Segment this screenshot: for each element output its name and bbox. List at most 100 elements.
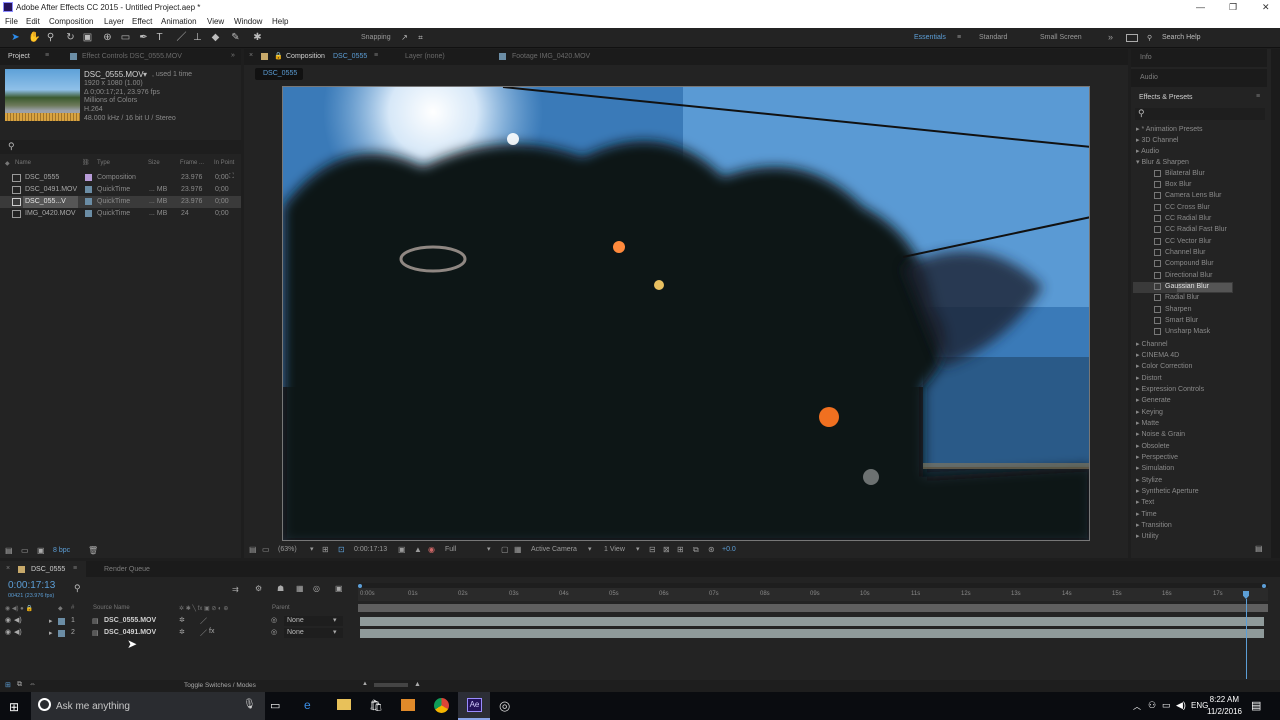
toggle-pixel-aspect-icon[interactable]: ⊟ bbox=[649, 545, 656, 554]
transparency-grid-icon[interactable]: ▦ bbox=[514, 545, 522, 554]
effect-item[interactable]: Directional Blur bbox=[1154, 272, 1212, 279]
effect-item[interactable]: Compound Blur bbox=[1154, 260, 1214, 267]
zoom-out-icon[interactable]: ▲ bbox=[362, 681, 368, 687]
file-explorer-icon[interactable] bbox=[337, 699, 351, 710]
timeline-layer-row[interactable]: ◉ ◀) ▸ 2 ▤ DSC_0491.MOV ✲ ／ fx ◎ None ▾ bbox=[0, 628, 356, 639]
pick-whip-icon[interactable]: ◎ bbox=[271, 616, 277, 624]
tab-menu-icon[interactable]: ≡ bbox=[374, 52, 378, 59]
rectangle-tool-icon[interactable]: ▭ bbox=[120, 32, 131, 43]
effects-search-field[interactable]: ⚲ bbox=[1135, 108, 1265, 120]
interpret-footage-icon[interactable]: ▤ bbox=[5, 546, 13, 555]
edge-browser-icon[interactable]: e bbox=[304, 698, 311, 712]
toggle-switches-modes[interactable]: Toggle Switches / Modes bbox=[184, 682, 256, 689]
in-out-icon[interactable]: ⇔ bbox=[29, 681, 36, 688]
clock-date[interactable]: 11/2/2016 bbox=[1204, 707, 1242, 716]
effect-category[interactable]: ▸ Distort bbox=[1136, 374, 1162, 382]
column-name[interactable]: Name bbox=[15, 160, 31, 166]
menu-layer[interactable]: Layer bbox=[104, 17, 124, 26]
effect-item[interactable]: Channel Blur bbox=[1154, 249, 1205, 256]
composition-tab[interactable]: Composition bbox=[286, 53, 325, 60]
project-item-row[interactable]: IMG_0420.MOV QuickTime ... MB 24 0;00 bbox=[0, 208, 241, 220]
effect-controls-tab[interactable]: Effect Controls DSC_0555.MOV bbox=[82, 53, 182, 60]
parent-dropdown-icon[interactable]: ▾ bbox=[333, 628, 337, 636]
effect-item[interactable]: Smart Blur bbox=[1154, 317, 1198, 324]
snap-extent-icon[interactable]: ⌗ bbox=[415, 32, 426, 43]
new-preset-icon[interactable]: ▤ bbox=[1255, 544, 1263, 553]
layer-duration-bar[interactable] bbox=[360, 617, 1264, 626]
effect-category[interactable]: ▸ Matte bbox=[1136, 419, 1159, 427]
effects-presets-title[interactable]: Effects & Presets bbox=[1139, 94, 1193, 101]
display-icon[interactable]: ▭ bbox=[262, 545, 270, 554]
effect-category-animation-presets[interactable]: ▸ * Animation Presets bbox=[1136, 125, 1203, 133]
project-item-row-selected[interactable]: DSC_055...V QuickTime ... MB 23.976 0;00 bbox=[0, 196, 241, 208]
snapshot-icon[interactable]: ▣ bbox=[398, 545, 406, 554]
microphone-icon[interactable]: 🎙 bbox=[243, 699, 256, 710]
hand-tool-icon[interactable]: ✋ bbox=[28, 32, 40, 43]
lock-icon[interactable]: 🔒 bbox=[274, 52, 283, 60]
composition-subtab[interactable]: DSC_0555 bbox=[255, 68, 303, 80]
effect-category[interactable]: ▸ Simulation bbox=[1136, 464, 1174, 472]
tab-menu-icon[interactable]: ≡ bbox=[73, 565, 77, 572]
sync-settings-icon[interactable] bbox=[1126, 34, 1138, 42]
windows-start-icon[interactable]: ⊞ bbox=[9, 700, 19, 714]
flowchart-icon[interactable]: ⧉ bbox=[693, 545, 699, 555]
minimize-icon[interactable]: — bbox=[1196, 2, 1205, 12]
layer-name[interactable]: DSC_0555.MOV bbox=[104, 617, 156, 624]
effect-category[interactable]: ▸ Perspective bbox=[1136, 453, 1178, 461]
dropdown-arrow-icon[interactable]: ▾ bbox=[143, 70, 147, 79]
project-item-row[interactable]: DSC_0491.MOV QuickTime ... MB 23.976 0;0… bbox=[0, 184, 241, 196]
menu-animation[interactable]: Animation bbox=[161, 17, 197, 26]
layer-name[interactable]: DSC_0491.MOV bbox=[104, 629, 156, 636]
effect-item[interactable]: CC Radial Fast Blur bbox=[1154, 226, 1227, 233]
column-size[interactable]: Size bbox=[148, 160, 160, 166]
effect-category[interactable]: ▸ Color Correction bbox=[1136, 362, 1192, 370]
always-preview-icon[interactable]: ▤ bbox=[249, 545, 257, 554]
project-search-field[interactable]: ⚲ bbox=[0, 140, 241, 154]
effect-category[interactable]: ▸ Stylize bbox=[1136, 476, 1162, 484]
graph-editor-icon[interactable]: ▣ bbox=[335, 584, 343, 593]
workspace-essentials[interactable]: Essentials bbox=[914, 34, 946, 41]
clone-stamp-tool-icon[interactable]: ⊥ bbox=[192, 32, 203, 43]
composition-tab-name[interactable]: DSC_0555 bbox=[333, 53, 367, 60]
effect-switch-icon[interactable]: fx bbox=[209, 628, 214, 635]
battery-icon[interactable]: ▭ bbox=[1162, 700, 1171, 711]
quality-switch-icon[interactable]: ／ bbox=[200, 628, 207, 638]
mask-visibility-icon[interactable]: ⊡ bbox=[338, 545, 345, 554]
puppet-pin-tool-icon[interactable]: ✱ bbox=[252, 32, 263, 43]
effect-category-audio[interactable]: ▸ Audio bbox=[1136, 147, 1159, 155]
effect-item-selected[interactable]: Gaussian Blur bbox=[1154, 283, 1209, 290]
info-panel-tab[interactable]: Info bbox=[1140, 54, 1152, 61]
effect-item[interactable]: Radial Blur bbox=[1154, 294, 1199, 301]
type-tool-icon[interactable]: T bbox=[154, 32, 165, 43]
more-workspaces-icon[interactable]: » bbox=[1108, 32, 1113, 42]
effect-category-3d-channel[interactable]: ▸ 3D Channel bbox=[1136, 136, 1178, 144]
volume-icon[interactable]: ◀) bbox=[1176, 700, 1186, 711]
effects-menu-icon[interactable]: ≡ bbox=[1256, 93, 1260, 100]
effect-item[interactable]: CC Cross Blur bbox=[1154, 204, 1210, 211]
media-player-icon[interactable] bbox=[401, 699, 415, 711]
column-frame-rate[interactable]: Frame ... bbox=[180, 160, 204, 166]
effect-item[interactable]: CC Radial Blur bbox=[1154, 215, 1211, 222]
composition-viewer[interactable] bbox=[282, 86, 1090, 541]
work-area-end-handle[interactable] bbox=[1262, 584, 1266, 588]
work-area-bar[interactable] bbox=[358, 604, 1268, 612]
collapse-transform-icon[interactable]: ✲ bbox=[179, 628, 185, 636]
zoom-in-icon[interactable]: ▲ bbox=[414, 681, 421, 688]
project-tab[interactable]: Project bbox=[8, 53, 30, 60]
timeline-current-time[interactable]: 0:00:17:13 bbox=[8, 580, 55, 591]
resolution-select[interactable]: Full bbox=[445, 546, 456, 553]
audio-icon[interactable]: ◀) bbox=[14, 628, 22, 636]
visibility-icon[interactable]: ◉ bbox=[5, 616, 11, 624]
effect-category[interactable]: ▸ Time bbox=[1136, 510, 1157, 518]
effect-category[interactable]: ▸ Keying bbox=[1136, 408, 1163, 416]
magnification-dropdown-icon[interactable]: ▾ bbox=[310, 545, 314, 553]
composition-mini-flowchart-icon[interactable]: ⇉ bbox=[232, 585, 239, 594]
delete-icon[interactable]: 🗑 bbox=[88, 546, 98, 555]
effect-category[interactable]: ▸ Synthetic Aperture bbox=[1136, 487, 1199, 495]
timeline-search-icon[interactable]: ⚲ bbox=[74, 583, 81, 594]
quality-switch-icon[interactable]: ／ bbox=[200, 616, 207, 626]
action-center-icon[interactable]: ▤ bbox=[1251, 699, 1261, 712]
effect-category[interactable]: ▸ Channel bbox=[1136, 340, 1168, 348]
close-tab-icon[interactable]: ≡ bbox=[45, 52, 49, 59]
chrome-browser-icon[interactable] bbox=[434, 698, 449, 713]
